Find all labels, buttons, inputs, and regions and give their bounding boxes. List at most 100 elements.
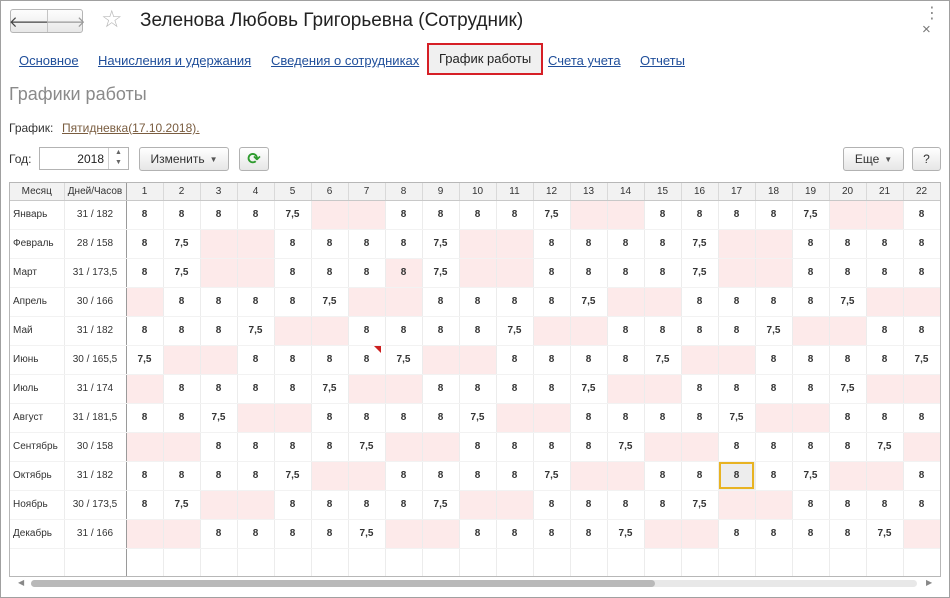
table-row[interactable]: Декабрь 31 / 166 8 8 8 8 7,5 8 8 8 8 7,5 8 8 8 8 7,5 [10, 519, 940, 549]
day-cell[interactable]: 8 [866, 258, 904, 288]
day-cell[interactable]: 8 [348, 345, 386, 375]
schedule-link[interactable]: Пятидневка(17.10.2018). [62, 121, 200, 135]
scrollbar-thumb[interactable] [31, 580, 655, 587]
day-cell[interactable]: 8 [274, 519, 312, 549]
day-cell[interactable]: 7,5 [607, 519, 645, 549]
day-cell[interactable]: 8 [163, 403, 201, 433]
day-cell[interactable]: 8 [459, 519, 497, 549]
back-arrow-icon[interactable]: 🡐 [9, 10, 49, 32]
tab-employee-info[interactable]: Сведения о сотрудниках [271, 53, 419, 68]
day-cell[interactable] [607, 287, 645, 317]
day-cell[interactable]: 8 [274, 258, 312, 288]
day-cell[interactable]: 8 [681, 374, 719, 404]
day-cell[interactable]: 8 [903, 316, 940, 346]
day-cell[interactable]: 8 [570, 258, 608, 288]
day-cell[interactable]: 7,5 [163, 229, 201, 259]
day-cell[interactable] [422, 432, 460, 462]
day-cell[interactable]: 8 [607, 229, 645, 259]
day-cell[interactable] [496, 229, 534, 259]
day-cell[interactable]: 7,5 [718, 403, 756, 433]
day-cell[interactable]: 8 [459, 316, 497, 346]
day-cell[interactable] [459, 490, 497, 520]
day-cell[interactable]: 8 [237, 432, 275, 462]
day-cell[interactable]: 8 [496, 374, 534, 404]
day-cell[interactable]: 8 [681, 287, 719, 317]
day-cell[interactable]: 7,5 [829, 287, 867, 317]
table-row[interactable]: Февраль 28 / 158 8 7,5 8 8 8 8 7,5 8 8 8 8 7,5 8 8 8 8 [10, 229, 940, 259]
day-cell[interactable]: 8 [755, 432, 793, 462]
day-cell[interactable]: 8 [903, 490, 940, 520]
day-cell[interactable]: 8 [385, 200, 423, 230]
day-cell[interactable]: 8 [866, 490, 904, 520]
day-cell[interactable]: 8 [570, 229, 608, 259]
day-cell[interactable]: 8 [718, 432, 756, 462]
day-cell[interactable]: 8 [755, 200, 793, 230]
day-cell[interactable] [718, 490, 756, 520]
day-cell[interactable]: 8 [496, 345, 534, 375]
day-cell[interactable]: 8 [903, 200, 940, 230]
day-cell[interactable]: 8 [200, 200, 238, 230]
day-cell[interactable]: 7,5 [792, 200, 830, 230]
day-cell[interactable] [755, 258, 793, 288]
day-cell[interactable]: 8 [274, 287, 312, 317]
day-cell[interactable]: 8 [126, 403, 164, 433]
day-cell[interactable]: 8 [385, 258, 423, 288]
day-cell[interactable]: 8 [829, 403, 867, 433]
day-cell[interactable]: 8 [237, 461, 275, 491]
day-cell[interactable]: 7,5 [200, 403, 238, 433]
day-cell[interactable]: 8 [903, 258, 940, 288]
day-cell[interactable] [348, 200, 386, 230]
day-cell[interactable]: 8 [533, 432, 571, 462]
day-cell[interactable]: 8 [718, 316, 756, 346]
day-cell[interactable]: 8 [681, 461, 719, 491]
day-cell[interactable]: 7,5 [866, 432, 904, 462]
day-cell[interactable]: 7,5 [607, 432, 645, 462]
day-cell[interactable]: 8 [829, 345, 867, 375]
day-cell[interactable]: 7,5 [126, 345, 164, 375]
day-cell[interactable]: 8 [311, 258, 349, 288]
day-cell[interactable]: 8 [311, 345, 349, 375]
day-cell[interactable]: 7,5 [829, 374, 867, 404]
day-cell[interactable]: 8 [792, 287, 830, 317]
day-cell[interactable]: 8 [311, 490, 349, 520]
day-cell[interactable]: 8 [163, 200, 201, 230]
day-cell[interactable]: 8 [533, 490, 571, 520]
day-cell[interactable]: 7,5 [311, 287, 349, 317]
day-cell[interactable]: 7,5 [422, 490, 460, 520]
day-cell[interactable]: 8 [829, 490, 867, 520]
year-input[interactable]: 2018 ▲ ▼ [39, 147, 129, 170]
day-cell[interactable]: 8 [422, 200, 460, 230]
day-cell[interactable]: 8 [422, 316, 460, 346]
day-cell[interactable]: 7,5 [385, 345, 423, 375]
day-cell[interactable]: 8 [644, 461, 682, 491]
day-cell[interactable]: 8 [792, 229, 830, 259]
day-cell[interactable]: 7,5 [533, 461, 571, 491]
day-cell[interactable] [459, 345, 497, 375]
day-cell[interactable]: 8 [163, 287, 201, 317]
scroll-left-icon[interactable]: ◀ [18, 578, 24, 587]
day-cell[interactable]: 8 [755, 287, 793, 317]
day-cell[interactable]: 8 [496, 287, 534, 317]
day-cell[interactable]: 8 [422, 374, 460, 404]
day-cell[interactable]: 7,5 [348, 519, 386, 549]
day-cell[interactable]: 8 [126, 316, 164, 346]
day-cell[interactable]: 8 [570, 519, 608, 549]
more-menu-icon[interactable]: ⋮ [924, 6, 940, 22]
day-cell[interactable] [570, 461, 608, 491]
day-cell[interactable] [274, 316, 312, 346]
day-cell[interactable]: 8 [274, 229, 312, 259]
day-cell[interactable] [237, 403, 275, 433]
day-cell[interactable] [126, 519, 164, 549]
day-cell[interactable] [126, 287, 164, 317]
day-cell[interactable]: 7,5 [792, 461, 830, 491]
day-cell[interactable]: 8 [829, 519, 867, 549]
day-cell[interactable] [163, 432, 201, 462]
day-cell[interactable]: 8 [237, 519, 275, 549]
day-cell[interactable]: 8 [570, 345, 608, 375]
day-cell[interactable]: 8 [903, 461, 940, 491]
more-button[interactable]: Еще ▼ [843, 147, 904, 171]
day-cell[interactable]: 8 [533, 519, 571, 549]
day-cell[interactable]: 8 [829, 229, 867, 259]
day-cell[interactable] [311, 461, 349, 491]
scroll-right-icon[interactable]: ▶ [926, 578, 932, 587]
